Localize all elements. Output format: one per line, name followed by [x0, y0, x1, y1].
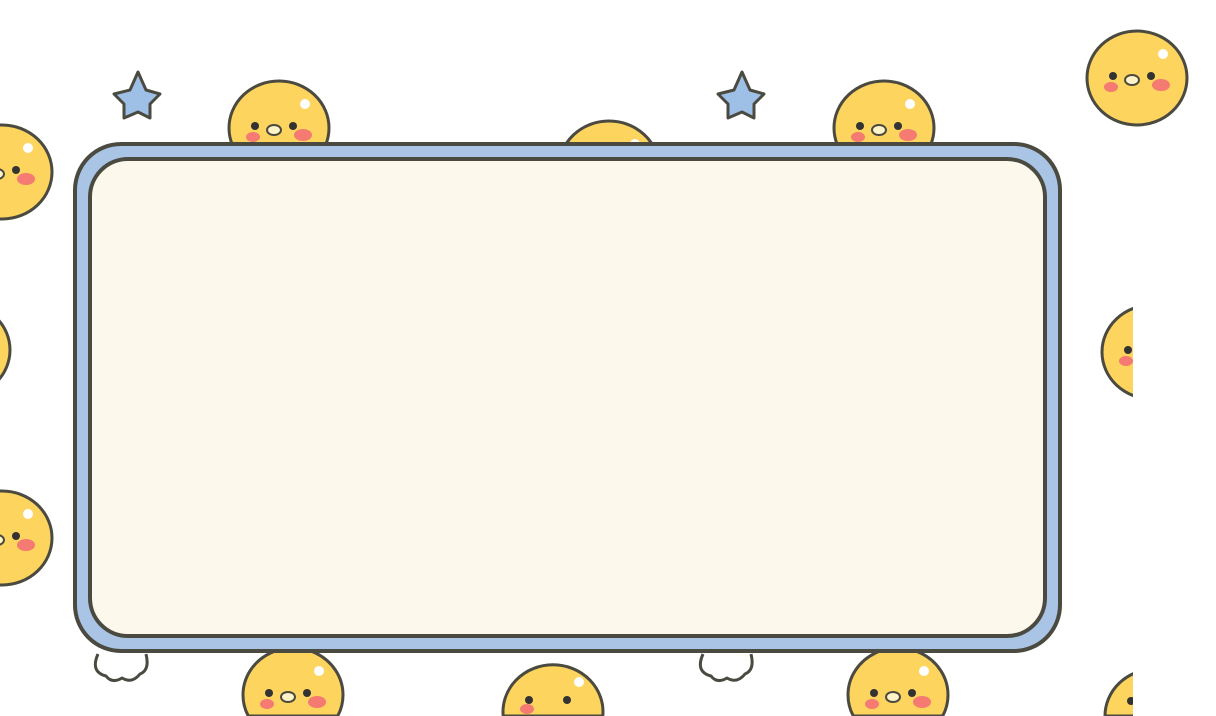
- duck-icon: [241, 646, 345, 716]
- content-panel: [88, 157, 1047, 638]
- duck-icon: [0, 123, 54, 221]
- duck-icon: [0, 301, 12, 399]
- hand-icon: [698, 652, 754, 683]
- star-icon: [716, 70, 766, 120]
- decorative-background: [0, 29, 1189, 716]
- duck-icon: [1085, 29, 1189, 127]
- hand-icon: [93, 652, 149, 683]
- duck-icon: [1100, 303, 1133, 401]
- duck-icon: [501, 663, 605, 716]
- duck-icon: [0, 489, 54, 587]
- duck-icon: [1103, 672, 1133, 716]
- star-icon: [112, 70, 162, 120]
- duck-icon: [846, 646, 950, 716]
